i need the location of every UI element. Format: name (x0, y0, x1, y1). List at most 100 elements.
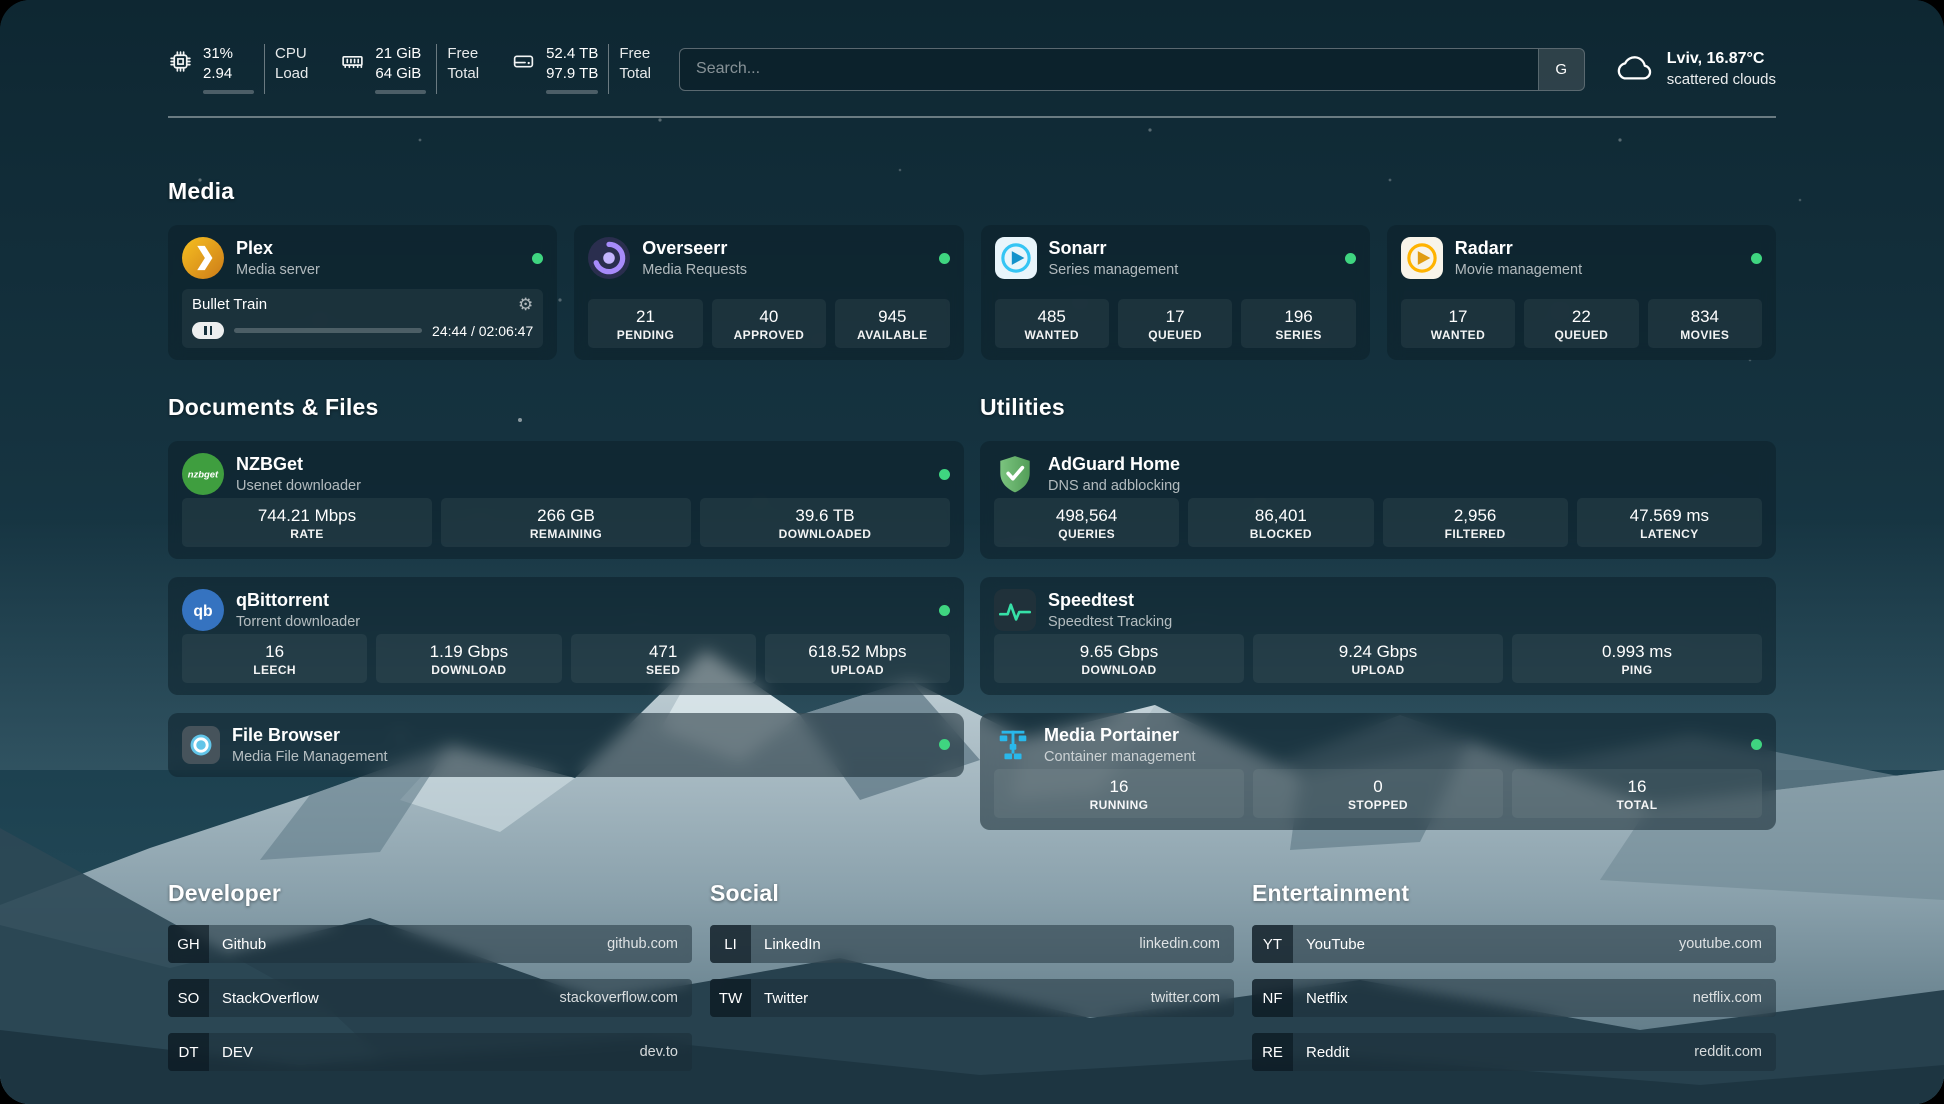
stat-ping: 0.993 msPING (1512, 634, 1762, 683)
bookmark-name: Reddit (1293, 1044, 1349, 1061)
bookmark-url: stackoverflow.com (560, 990, 692, 1006)
nzbget-card[interactable]: nzbget NZBGet Usenet downloader 744.21 M… (168, 441, 964, 559)
disk-label-2: Total (619, 64, 651, 84)
pause-button[interactable] (192, 322, 224, 339)
stat-movies: 834MOVIES (1648, 299, 1762, 348)
settings-gear-icon[interactable]: ⚙ (518, 296, 533, 313)
bookmark-url: twitter.com (1151, 990, 1234, 1006)
top-bar: 31% 2.94 CPU Load (168, 40, 1776, 98)
stat-blocked: 86,401BLOCKED (1188, 498, 1373, 547)
bookmark-youtube[interactable]: YT YouTube youtube.com (1252, 925, 1776, 963)
speedtest-title: Speedtest (1048, 590, 1172, 611)
overseerr-card[interactable]: Overseerr Media Requests 21PENDING 40APP… (574, 225, 963, 360)
bookmark-linkedin[interactable]: LI LinkedIn linkedin.com (710, 925, 1234, 963)
section-title-utilities: Utilities (980, 394, 1776, 421)
cpu-percent: 31% (203, 44, 254, 64)
stat-upload: 9.24 GbpsUPLOAD (1253, 634, 1503, 683)
status-indicator (1751, 253, 1762, 264)
stat-approved: 40APPROVED (712, 299, 826, 348)
qbittorrent-subtitle: Torrent downloader (236, 614, 360, 630)
weather-condition: scattered clouds (1667, 70, 1776, 90)
qbittorrent-icon: qb (182, 589, 224, 631)
sonarr-card[interactable]: Sonarr Series management 485WANTED 17QUE… (981, 225, 1370, 360)
topbar-divider (168, 116, 1776, 118)
memory-free: 21 GiB (375, 44, 426, 64)
filebrowser-icon (182, 726, 220, 764)
bookmark-stackoverflow[interactable]: SO StackOverflow stackoverflow.com (168, 979, 692, 1017)
disk-widget: 52.4 TB 97.9 TB Free Total (511, 44, 651, 95)
speedtest-subtitle: Speedtest Tracking (1048, 614, 1172, 630)
adguard-card[interactable]: AdGuard Home DNS and adblocking 498,564Q… (980, 441, 1776, 559)
search-input[interactable] (680, 49, 1538, 90)
resource-widgets: 31% 2.94 CPU Load (168, 44, 651, 95)
disk-label-1: Free (619, 44, 651, 64)
stat-queued: 17QUEUED (1118, 299, 1232, 348)
bookmark-reddit[interactable]: RE Reddit reddit.com (1252, 1033, 1776, 1071)
nzbget-icon: nzbget (182, 453, 224, 495)
bookmark-url: linkedin.com (1139, 936, 1234, 952)
plex-now-playing: Bullet Train ⚙ 24:44 / 02:06:47 (182, 289, 543, 348)
stat-queries: 498,564QUERIES (994, 498, 1179, 547)
speedtest-card[interactable]: Speedtest Speedtest Tracking 9.65 GbpsDO… (980, 577, 1776, 695)
status-indicator (1345, 253, 1356, 264)
stat-available: 945AVAILABLE (835, 299, 949, 348)
plex-card[interactable]: Plex Media server Bullet Train ⚙ (168, 225, 557, 360)
bookmark-abbr: DT (168, 1033, 209, 1071)
radarr-icon (1401, 237, 1443, 279)
memory-icon (340, 49, 365, 74)
stat-queued: 22QUEUED (1524, 299, 1638, 348)
disk-bar (546, 90, 598, 94)
status-indicator (1751, 739, 1762, 750)
svg-text:qb: qb (193, 603, 212, 620)
stat-download: 1.19 GbpsDOWNLOAD (376, 634, 561, 683)
memory-widget: 21 GiB 64 GiB Free Total (340, 44, 479, 95)
nzbget-title: NZBGet (236, 454, 361, 475)
section-title-social: Social (710, 880, 1234, 907)
memory-bar (375, 90, 426, 94)
search-bar: G (679, 48, 1585, 91)
filebrowser-card[interactable]: File Browser Media File Management (168, 713, 964, 777)
stat-rate: 744.21 MbpsRATE (182, 498, 432, 547)
radarr-card[interactable]: Radarr Movie management 17WANTED 22QUEUE… (1387, 225, 1776, 360)
sonarr-icon (995, 237, 1037, 279)
radarr-subtitle: Movie management (1455, 262, 1582, 278)
bookmark-github[interactable]: GH Github github.com (168, 925, 692, 963)
status-indicator (939, 469, 950, 480)
bookmark-dev[interactable]: DT DEV dev.to (168, 1033, 692, 1071)
cpu-load: 2.94 (203, 64, 254, 84)
search-engine-button[interactable]: G (1538, 49, 1584, 90)
cpu-label-2: Load (275, 64, 308, 84)
stat-filtered: 2,956FILTERED (1383, 498, 1568, 547)
section-title-media: Media (168, 178, 1776, 205)
adguard-subtitle: DNS and adblocking (1048, 478, 1180, 494)
now-playing-title: Bullet Train (192, 296, 267, 313)
bookmark-abbr: SO (168, 979, 209, 1017)
memory-label-2: Total (447, 64, 479, 84)
bookmark-url: netflix.com (1693, 990, 1776, 1006)
filebrowser-subtitle: Media File Management (232, 749, 388, 765)
bookmark-twitter[interactable]: TW Twitter twitter.com (710, 979, 1234, 1017)
bookmark-netflix[interactable]: NF Netflix netflix.com (1252, 979, 1776, 1017)
cpu-icon (168, 49, 193, 74)
disk-free: 52.4 TB (546, 44, 598, 64)
section-media: Media Plex Media server (168, 178, 1776, 360)
overseerr-title: Overseerr (642, 238, 747, 259)
bookmark-abbr: LI (710, 925, 751, 963)
bookmark-url: reddit.com (1694, 1044, 1776, 1060)
stat-wanted: 17WANTED (1401, 299, 1515, 348)
playback-progress-bar[interactable] (234, 328, 422, 333)
bookmark-name: StackOverflow (209, 990, 319, 1007)
overseerr-subtitle: Media Requests (642, 262, 747, 278)
qbittorrent-card[interactable]: qb qBittorrent Torrent downloader 16LEEC… (168, 577, 964, 695)
plex-subtitle: Media server (236, 262, 320, 278)
nzbget-subtitle: Usenet downloader (236, 478, 361, 494)
portainer-title: Media Portainer (1044, 725, 1196, 746)
portainer-subtitle: Container management (1044, 749, 1196, 765)
playback-time: 24:44 / 02:06:47 (432, 323, 533, 339)
svg-text:nzbget: nzbget (188, 470, 219, 481)
filebrowser-title: File Browser (232, 725, 388, 746)
section-title-documents: Documents & Files (168, 394, 964, 421)
portainer-card[interactable]: Media Portainer Container management 16R… (980, 713, 1776, 830)
bookmark-name: LinkedIn (751, 936, 821, 953)
stat-stopped: 0STOPPED (1253, 769, 1503, 818)
